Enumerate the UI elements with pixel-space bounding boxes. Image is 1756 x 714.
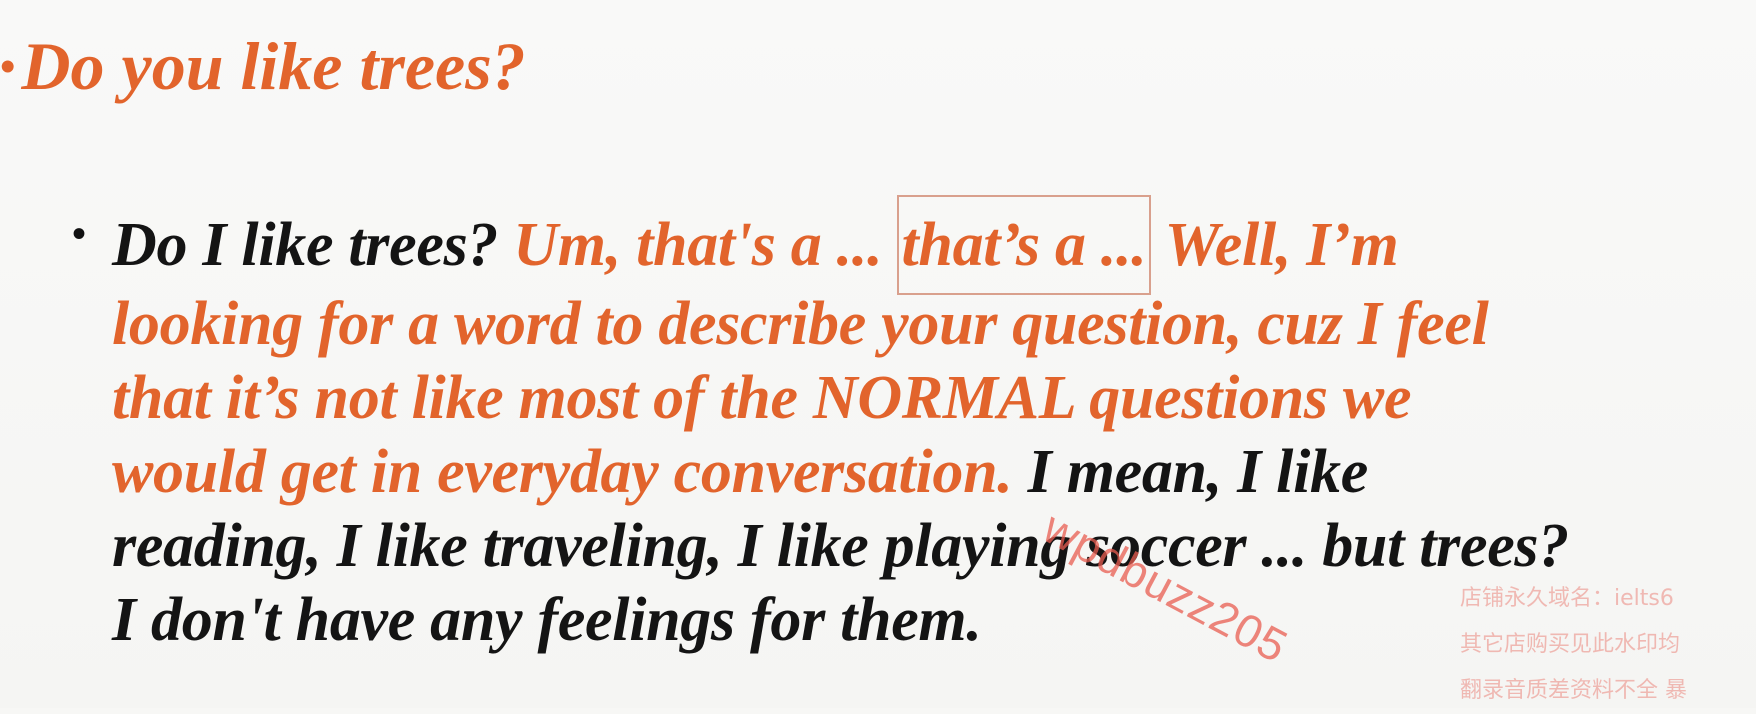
answer-segment: I don't have any feelings for them. <box>112 586 982 654</box>
question-bullet: • <box>0 42 16 91</box>
question-heading: •Do you like trees? <box>0 18 526 115</box>
answer-line: would get in everyday conversation. I me… <box>112 435 1742 509</box>
answer-line: that it’s not like most of the NORMAL qu… <box>112 361 1742 435</box>
answer-segment: reading, I like traveling, I like playin… <box>112 512 1569 580</box>
watermark-note: 店铺永久域名：ielts6 其它店购买见此水印均 翻录音质差资料不全 暴 <box>1460 576 1756 714</box>
answer-line: reading, I like traveling, I like playin… <box>112 509 1742 583</box>
watermark-line: 翻录音质差资料不全 暴 <box>1460 678 1687 703</box>
answer-segment: Um, that's a ... <box>513 211 898 279</box>
slide: •Do you like trees? • Do I like trees? U… <box>0 0 1756 708</box>
answer-bullet: • <box>72 211 87 256</box>
watermark-line: 其它店购买见此水印均 <box>1460 632 1681 657</box>
answer-segment: I mean, I like <box>1027 438 1369 506</box>
answer-line: looking for a word to describe your ques… <box>112 287 1742 361</box>
answer-segment: Well, I’m <box>1150 211 1399 279</box>
watermark-line: 店铺永久域名：ielts6 <box>1460 586 1674 611</box>
highlighted-phrase: that’s a ... <box>897 195 1151 295</box>
question-text: Do you like trees? <box>21 28 526 104</box>
answer-segment: Do I like trees? <box>112 211 514 279</box>
answer-segment: looking for a word to describe your ques… <box>112 290 1489 358</box>
answer-segment: that it’s not like most of the NORMAL qu… <box>112 364 1412 432</box>
answer-segment: would get in everyday conversation. <box>112 438 1028 506</box>
answer-line: Do I like trees? Um, that's a ... that’s… <box>112 195 1742 295</box>
